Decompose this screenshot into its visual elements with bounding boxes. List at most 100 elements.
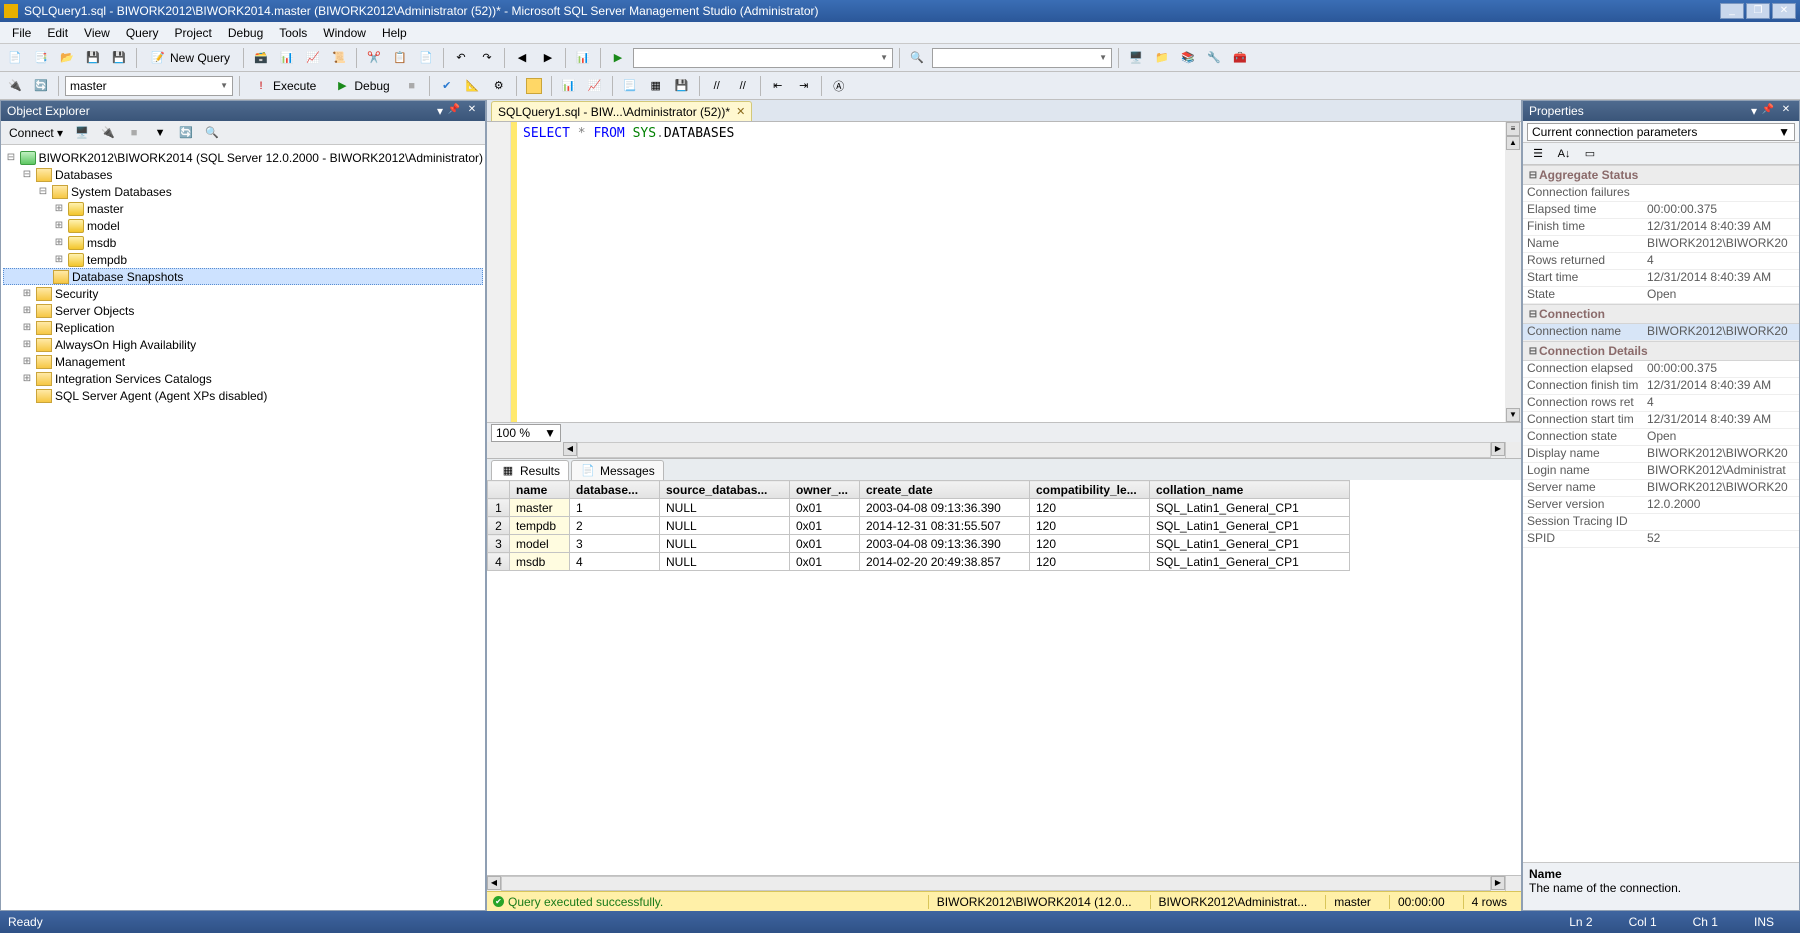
cell-coll[interactable]: SQL_Latin1_General_CP1 [1150, 499, 1350, 517]
menu-query[interactable]: Query [118, 24, 167, 42]
menu-help[interactable]: Help [374, 24, 415, 42]
oe-refresh-button[interactable]: 🔄 [175, 122, 197, 144]
property-row[interactable]: Server version12.0.2000 [1523, 497, 1799, 514]
activity-monitor-button[interactable]: 📊 [572, 47, 594, 69]
expander-icon[interactable]: ⊟ [5, 152, 17, 163]
template-browser-button[interactable]: 📚 [1177, 47, 1199, 69]
results-hscroll-right-icon[interactable]: ▶ [1491, 876, 1505, 890]
redo-button[interactable]: ↷ [476, 47, 498, 69]
results-row[interactable]: 1 master 1 NULL 0x01 2003-04-08 09:13:36… [488, 499, 1350, 517]
cell-coll[interactable]: SQL_Latin1_General_CP1 [1150, 535, 1350, 553]
comment-button[interactable]: // [706, 75, 728, 97]
property-row[interactable]: Display nameBIWORK2012\BIWORK20 [1523, 446, 1799, 463]
property-row[interactable]: Connection finish tim12/31/2014 8:40:39 … [1523, 378, 1799, 395]
tree-system-databases-node[interactable]: ⊟System Databases [3, 183, 483, 200]
toolbox-button[interactable]: 🧰 [1229, 47, 1251, 69]
cell-name[interactable]: model [510, 535, 570, 553]
tree-agent-node[interactable]: SQL Server Agent (Agent XPs disabled) [3, 387, 483, 404]
menu-edit[interactable]: Edit [39, 24, 76, 42]
expander-icon[interactable]: ⊞ [53, 254, 65, 265]
expander-icon[interactable]: ⊟ [37, 186, 49, 197]
paste-button[interactable]: 📄 [415, 47, 437, 69]
cut-button[interactable]: ✂️ [363, 47, 385, 69]
results-col-header[interactable]: database... [570, 481, 660, 499]
editor-text-area[interactable]: SELECT * FROM SYS.DATABASES [517, 122, 1505, 422]
scroll-up-icon[interactable]: ▲ [1506, 136, 1520, 150]
cell-coll[interactable]: SQL_Latin1_General_CP1 [1150, 517, 1350, 535]
property-row[interactable]: Server nameBIWORK2012\BIWORK20 [1523, 480, 1799, 497]
object-explorer-button[interactable]: 📁 [1151, 47, 1173, 69]
cell-dbid[interactable]: 4 [570, 553, 660, 571]
save-button[interactable]: 💾 [82, 47, 104, 69]
results-col-header[interactable]: source_databas... [660, 481, 790, 499]
menu-window[interactable]: Window [315, 24, 374, 42]
nav-back-button[interactable]: ◀ [511, 47, 533, 69]
property-row[interactable]: Connection rows ret4 [1523, 395, 1799, 412]
menu-project[interactable]: Project [167, 24, 220, 42]
expander-icon[interactable]: ⊟ [1527, 170, 1539, 181]
find-files-button[interactable]: 🔍 [906, 47, 928, 69]
categorized-button[interactable]: ☰ [1527, 143, 1549, 165]
row-header[interactable]: 2 [488, 517, 510, 535]
tree-alwayson-high-availability[interactable]: ⊞AlwaysOn High Availability [3, 336, 483, 353]
editor-vertical-scrollbar[interactable]: ≡ ▲ ▼ [1505, 122, 1521, 422]
panel-close-icon[interactable]: ✕ [465, 104, 479, 118]
cell-create[interactable]: 2003-04-08 09:13:36.390 [860, 535, 1030, 553]
include-plan-button[interactable]: 📊 [558, 75, 580, 97]
expander-icon[interactable]: ⊞ [21, 305, 33, 316]
tree-integration-services-catalogs[interactable]: ⊞Integration Services Catalogs [3, 370, 483, 387]
cell-create[interactable]: 2003-04-08 09:13:36.390 [860, 499, 1030, 517]
results-row[interactable]: 3 model 3 NULL 0x01 2003-04-08 09:13:36.… [488, 535, 1350, 553]
results-grid-wrapper[interactable]: namedatabase...source_databas...owner_..… [487, 480, 1521, 875]
cell-create[interactable]: 2014-02-20 20:49:38.857 [860, 553, 1030, 571]
cell-owner[interactable]: 0x01 [790, 517, 860, 535]
tab-close-icon[interactable]: ✕ [736, 105, 745, 118]
property-row[interactable]: Login nameBIWORK2012\Administrat [1523, 463, 1799, 480]
results-col-header[interactable]: owner_... [790, 481, 860, 499]
results-text-button[interactable]: 📃 [619, 75, 641, 97]
debug-button[interactable]: ▶Debug [327, 75, 396, 97]
results-col-header[interactable]: compatibility_le... [1030, 481, 1150, 499]
add-button[interactable]: 📑 [30, 47, 52, 69]
uncomment-button[interactable]: // [732, 75, 754, 97]
object-explorer-tree[interactable]: ⊟BIWORK2012\BIWORK2014 (SQL Server 12.0.… [1, 145, 485, 910]
menu-debug[interactable]: Debug [220, 24, 271, 42]
start-button[interactable]: ▶ [607, 47, 629, 69]
hscroll-left-icon[interactable]: ◀ [563, 442, 577, 456]
tree-db-msdb[interactable]: ⊞msdb [3, 234, 483, 251]
results-row[interactable]: 2 tempdb 2 NULL 0x01 2014-12-31 08:31:55… [488, 517, 1350, 535]
window-position-icon[interactable]: ▾ [1751, 104, 1757, 118]
decrease-indent-button[interactable]: ⇤ [767, 75, 789, 97]
find-combo[interactable]: ▼ [932, 48, 1112, 68]
menu-tools[interactable]: Tools [271, 24, 315, 42]
property-row[interactable]: Session Tracing ID [1523, 514, 1799, 531]
property-category[interactable]: ⊟ Connection [1523, 304, 1799, 324]
property-category[interactable]: ⊟ Aggregate Status [1523, 165, 1799, 185]
property-pages-button[interactable]: ▭ [1579, 143, 1601, 165]
property-row[interactable]: Connection start tim12/31/2014 8:40:39 A… [1523, 412, 1799, 429]
properties-object-combo[interactable]: Current connection parameters▼ [1527, 123, 1795, 141]
parse-button[interactable]: ✔ [436, 75, 458, 97]
results-grid-button[interactable]: ▦ [645, 75, 667, 97]
estimated-plan-button[interactable]: 📐 [462, 75, 484, 97]
cell-src[interactable]: NULL [660, 517, 790, 535]
tree-database-snapshots-node[interactable]: Database Snapshots [3, 268, 483, 285]
new-query-button[interactable]: 📝New Query [143, 47, 237, 69]
tree-db-master[interactable]: ⊞master [3, 200, 483, 217]
expander-icon[interactable]: ⊟ [1527, 346, 1539, 357]
cell-dbid[interactable]: 1 [570, 499, 660, 517]
cell-coll[interactable]: SQL_Latin1_General_CP1 [1150, 553, 1350, 571]
property-row[interactable]: SPID52 [1523, 531, 1799, 548]
row-header[interactable]: 3 [488, 535, 510, 553]
restore-button[interactable]: ❐ [1746, 3, 1770, 19]
cell-dbid[interactable]: 3 [570, 535, 660, 553]
mdx-query-button[interactable]: 📊 [276, 47, 298, 69]
oe-stop-button[interactable]: ■ [123, 122, 145, 144]
expander-icon[interactable]: ⊞ [21, 288, 33, 299]
property-row[interactable]: Rows returned4 [1523, 253, 1799, 270]
properties-window-button[interactable]: 🔧 [1203, 47, 1225, 69]
tree-replication[interactable]: ⊞Replication [3, 319, 483, 336]
expander-icon[interactable]: ⊞ [53, 203, 65, 214]
cancel-query-button[interactable]: ■ [401, 75, 423, 97]
property-row[interactable]: Connection failures [1523, 185, 1799, 202]
